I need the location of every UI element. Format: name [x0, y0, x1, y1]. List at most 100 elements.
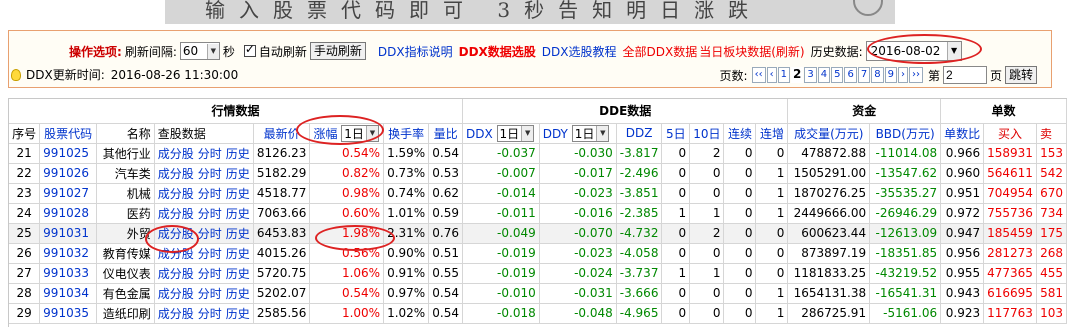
intraday-link[interactable]: 分时 [198, 187, 222, 201]
col-volume[interactable]: 成交量(万元) [787, 123, 871, 144]
constituents-link[interactable]: 成分股 [158, 307, 194, 321]
cell-ratio: 0.943 [940, 283, 985, 304]
pager-page-1[interactable]: 1 [777, 67, 790, 83]
col-ddx-label[interactable]: DDX [466, 127, 493, 141]
cell-code[interactable]: 991026 [39, 163, 98, 184]
history-link[interactable]: 历史 [226, 267, 250, 281]
pager-last[interactable]: ›› [908, 67, 923, 83]
table-row[interactable]: 27 991033 仪电仪表 成分股 分时 历史 5720.75 1.06% 0.91% 0.55… [9, 263, 1067, 284]
pager-page-3[interactable]: 3 [804, 67, 817, 83]
constituents-link[interactable]: 成分股 [158, 287, 194, 301]
intraday-link[interactable]: 分时 [198, 307, 222, 321]
constituents-link[interactable]: 成分股 [158, 207, 194, 221]
col-vol-ratio[interactable]: 量比 [428, 123, 463, 144]
intraday-link[interactable]: 分时 [198, 227, 222, 241]
intraday-link[interactable]: 分时 [198, 267, 222, 281]
goto-button[interactable]: 跳转 [1004, 66, 1037, 84]
cell-code[interactable]: 991025 [39, 143, 98, 164]
link-all-ddx[interactable]: 全部DDX数据 [623, 43, 698, 60]
history-link[interactable]: 历史 [226, 287, 250, 301]
cell-volume: 1505291.00 [787, 163, 871, 184]
cell-increase: 0 [755, 263, 789, 284]
cell-10d: 1 [689, 263, 725, 284]
pager-page-8[interactable]: 8 [871, 67, 884, 83]
cell-price: 6453.83 [253, 223, 311, 244]
cell-code[interactable]: 991034 [39, 283, 98, 304]
history-link[interactable]: 历史 [226, 247, 250, 261]
cell-ddz: -4.732 [616, 223, 663, 244]
col-5d[interactable]: 5日 [661, 123, 691, 144]
cell-bbd: -5161.06 [869, 303, 942, 324]
manual-refresh-button[interactable]: 手动刷新 [309, 42, 366, 60]
col-code[interactable]: 股票代码 [39, 123, 98, 144]
table-row[interactable]: 22 991026 汽车类 成分股 分时 历史 5182.29 0.82% 0.73% 0.53-… [9, 163, 1067, 184]
pager-page-4[interactable]: 4 [817, 67, 831, 83]
link-ddx-select[interactable]: DDX数据选股 [459, 43, 536, 60]
col-ratio[interactable]: 单数比 [940, 123, 985, 144]
col-seq: 序号 [9, 123, 41, 144]
goto-page-input[interactable] [942, 66, 987, 84]
history-link[interactable]: 历史 [226, 227, 250, 241]
intraday-link[interactable]: 分时 [198, 207, 222, 221]
col-ddy: DDY 1日 ▼ [539, 123, 617, 144]
cell-code[interactable]: 991028 [39, 203, 98, 224]
cell-ddx: -0.049 [462, 223, 540, 244]
constituents-link[interactable]: 成分股 [158, 147, 194, 161]
cell-ratio: 0.923 [940, 303, 985, 324]
link-ddx-tutorial[interactable]: DDX选股教程 [542, 43, 617, 60]
cell-seq: 25 [9, 223, 41, 244]
auto-refresh-checkbox[interactable] [243, 42, 256, 57]
cell-code[interactable]: 991032 [39, 243, 98, 264]
cell-buy: 704954 [983, 183, 1037, 204]
intraday-link[interactable]: 分时 [198, 147, 222, 161]
pager-page-9[interactable]: 9 [884, 67, 897, 83]
ddy-period-select[interactable]: 1日 ▼ [571, 124, 610, 142]
link-ddx-help[interactable]: DDX指标说明 [378, 43, 453, 60]
table-row[interactable]: 24 991028 医药 成分股 分时 历史 7063.66 0.60% 1.01% 0.59 -0… [9, 203, 1067, 224]
cell-code[interactable]: 991035 [39, 303, 98, 324]
link-sector-data[interactable]: 当日板块数据(刷新) [699, 43, 804, 60]
col-ddz[interactable]: DDZ [616, 123, 663, 144]
table-row[interactable]: 28 991034 有色金属 成分股 分时 历史 5202.07 0.54% 0.97% 0.54… [9, 283, 1067, 304]
history-link[interactable]: 历史 [226, 207, 250, 221]
table-row[interactable]: 23 991027 机械 成分股 分时 历史 4518.77 0.98% 0.74% 0.62 -0… [9, 183, 1067, 204]
col-increase[interactable]: 连增 [755, 123, 789, 144]
pager-page-5[interactable]: 5 [831, 67, 844, 83]
group-orders: 单数 [940, 99, 1067, 124]
cell-code[interactable]: 991027 [39, 183, 98, 204]
change-value-highlight [315, 225, 395, 251]
intraday-link[interactable]: 分时 [198, 247, 222, 261]
constituents-link[interactable]: 成分股 [158, 167, 194, 181]
cell-increase: 1 [755, 303, 789, 324]
cell-buy: 158931 [983, 143, 1037, 164]
col-bbd[interactable]: BBD(万元) [869, 123, 942, 144]
interval-select[interactable]: 60 ▼ [179, 42, 220, 60]
intraday-link[interactable]: 分时 [198, 167, 222, 181]
col-buy[interactable]: 买入 [983, 123, 1037, 144]
col-turnover[interactable]: 换手率 [383, 123, 430, 144]
constituents-link[interactable]: 成分股 [158, 187, 194, 201]
constituents-link[interactable]: 成分股 [158, 267, 194, 281]
intraday-link[interactable]: 分时 [198, 287, 222, 301]
history-link[interactable]: 历史 [226, 307, 250, 321]
col-ddy-label[interactable]: DDY [543, 127, 568, 141]
table-row[interactable]: 29 991035 造纸印刷 成分股 分时 历史 2585.56 1.00% 1.02% 0.54… [9, 303, 1067, 324]
col-sell[interactable]: 卖 [1036, 123, 1067, 144]
pager-page-7[interactable]: 7 [857, 67, 871, 83]
history-link[interactable]: 历史 [226, 147, 250, 161]
cell-buy: 185459 [983, 223, 1037, 244]
cell-volume: 2449666.00 [787, 203, 871, 224]
pager-first[interactable]: ‹‹ [751, 67, 766, 83]
pager-page-6[interactable]: 6 [844, 67, 857, 83]
table-row[interactable]: 21 991025 其他行业 成分股 分时 历史 8126.23 0.54% 1.59% 0.54… [9, 143, 1067, 164]
pager-prev[interactable]: ‹ [766, 67, 777, 83]
ddx-period-select[interactable]: 1日 ▼ [496, 124, 535, 142]
col-streak[interactable]: 连续 [723, 123, 757, 144]
history-link[interactable]: 历史 [226, 167, 250, 181]
cell-code[interactable]: 991031 [39, 223, 98, 244]
cell-5d: 0 [661, 243, 691, 264]
col-10d[interactable]: 10日 [689, 123, 725, 144]
pager-next[interactable]: › [897, 67, 908, 83]
cell-code[interactable]: 991033 [39, 263, 98, 284]
history-link[interactable]: 历史 [226, 187, 250, 201]
